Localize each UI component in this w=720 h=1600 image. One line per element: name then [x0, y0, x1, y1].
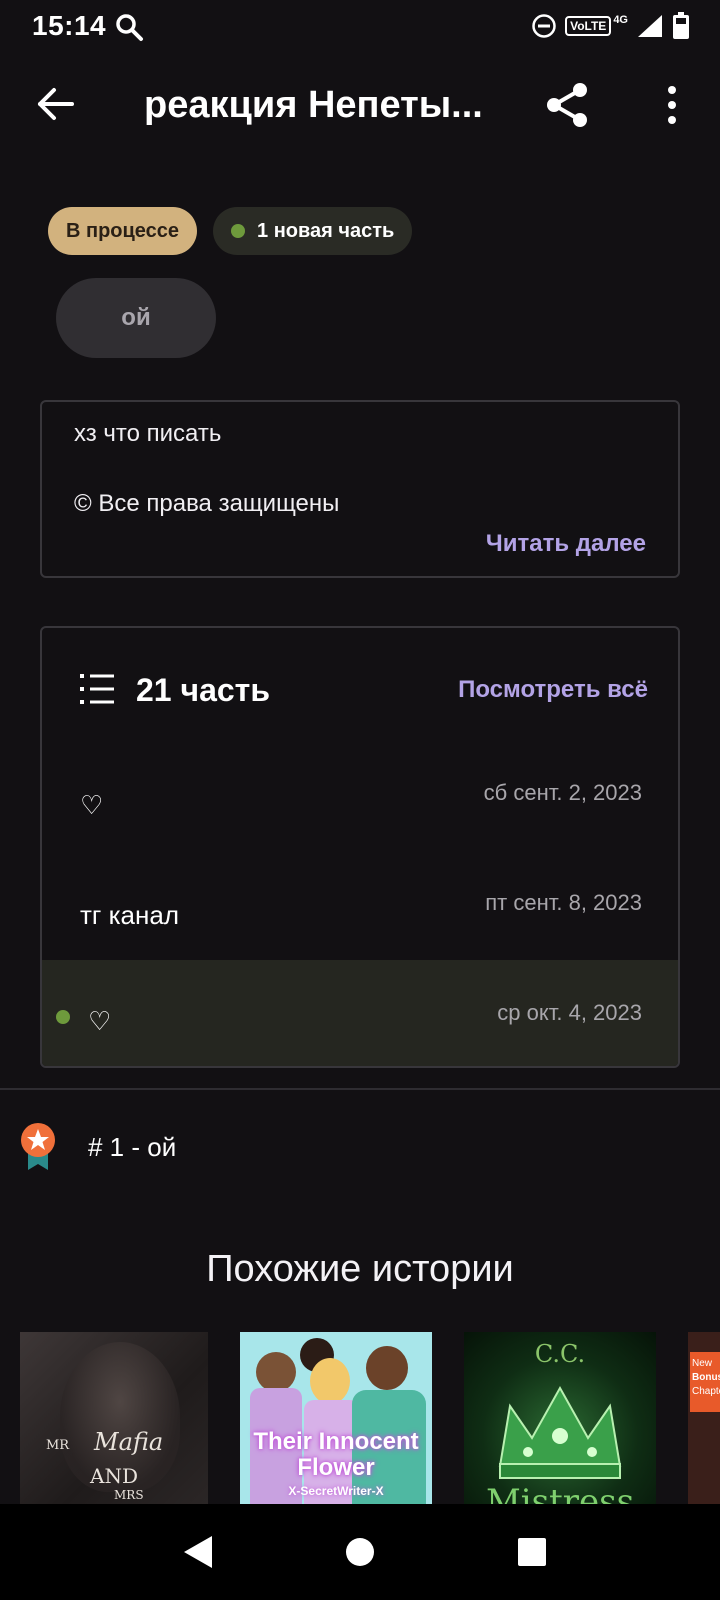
read-more-link[interactable]: Читать далее — [486, 530, 646, 558]
search-icon — [116, 14, 143, 41]
do-not-disturb-icon — [532, 14, 556, 38]
app-bar: реакция Непеты... — [0, 62, 720, 152]
cover-text: MRS — [114, 1488, 144, 1502]
part-date: пт сент. 8, 2023 — [485, 890, 642, 915]
back-arrow-icon[interactable] — [34, 82, 78, 126]
share-icon[interactable] — [540, 78, 594, 132]
crown-icon — [498, 1385, 622, 1479]
status-badge: В процессе — [48, 207, 198, 255]
cover-text: AND — [90, 1464, 138, 1488]
nav-home-icon[interactable] — [332, 1524, 388, 1580]
new-parts-label: 1 новая часть — [257, 219, 395, 242]
new-indicator-dot — [231, 224, 246, 238]
cover-text: Flower — [297, 1454, 375, 1481]
cover-text: Their Innocent — [253, 1428, 419, 1455]
ranking-badge-icon — [21, 1123, 55, 1170]
see-all-link[interactable]: Посмотреть всё — [458, 676, 648, 704]
system-navigation-bar — [0, 1504, 720, 1600]
nav-back-icon[interactable] — [170, 1524, 226, 1580]
battery-icon — [673, 12, 689, 39]
status-bar: 15:14 VoLTE 4G — [0, 0, 720, 56]
signal-icon — [638, 15, 662, 37]
network-type: 4G — [613, 14, 628, 26]
status-badge-label: В процессе — [66, 219, 180, 242]
part-title: ♡ — [80, 790, 104, 820]
nav-recents-icon[interactable] — [504, 1524, 560, 1580]
similar-stories-heading: Похожие истории — [206, 1248, 514, 1290]
cover-text: New — [692, 1358, 713, 1369]
volte-badge: VoLTE — [565, 16, 612, 36]
story-cover[interactable]: Their Innocent Flower X-SecretWriter-X — [240, 1332, 432, 1504]
ranking-row[interactable]: # 1 - ой — [0, 1118, 720, 1178]
cover-text: Bonus — [692, 1372, 720, 1383]
part-row[interactable]: ♡ сб сент. 2, 2023 — [42, 750, 678, 858]
part-row[interactable]: тг канал пт сент. 8, 2023 — [42, 860, 678, 968]
story-cover[interactable]: New Bonus Chapter — [688, 1332, 720, 1504]
new-parts-badge: 1 новая часть — [213, 207, 413, 255]
part-row-new[interactable]: ♡ ср окт. 4, 2023 — [42, 960, 678, 1066]
description-line: хз что писать — [74, 420, 222, 447]
part-title: ♡ — [88, 1006, 112, 1036]
ranking-text: # 1 - ой — [88, 1132, 177, 1162]
story-title: реакция Непеты... — [144, 84, 483, 126]
section-divider — [0, 1088, 720, 1090]
list-icon — [80, 674, 114, 704]
status-time: 15:14 — [32, 10, 107, 41]
parts-count: 21 часть — [136, 672, 270, 708]
tag-label: ой — [121, 304, 151, 331]
tag-chip[interactable]: ой — [56, 278, 216, 358]
more-options-icon[interactable] — [652, 82, 692, 128]
description-card: хз что писать © Все права защищены Читат… — [40, 400, 680, 578]
similar-stories-carousel: MR Mafia AND MRS Their Innocent Flower X… — [0, 1332, 720, 1504]
parts-card: 21 часть Посмотреть всё ♡ сб сент. 2, 20… — [40, 626, 680, 1068]
cover-text: C.C. — [534, 1340, 586, 1368]
cover-text: MR — [46, 1438, 70, 1453]
cover-text: Mistress — [485, 1482, 635, 1504]
new-part-dot — [56, 1010, 70, 1024]
status-icons: VoLTE 4G — [531, 12, 690, 40]
part-title: тг канал — [80, 900, 180, 930]
cover-text: Chapter — [692, 1386, 720, 1397]
story-cover[interactable]: MR Mafia AND MRS — [20, 1332, 208, 1504]
status-pills: В процессе 1 новая часть — [48, 207, 413, 255]
story-cover[interactable]: C.C. Mistress — [464, 1332, 656, 1504]
cover-text: Mafia — [94, 1428, 164, 1456]
part-date: сб сент. 2, 2023 — [483, 780, 642, 805]
part-date: ср окт. 4, 2023 — [497, 1000, 642, 1025]
cover-text: X-SecretWriter-X — [288, 1484, 384, 1498]
copyright-line: © Все права защищены — [74, 490, 340, 517]
